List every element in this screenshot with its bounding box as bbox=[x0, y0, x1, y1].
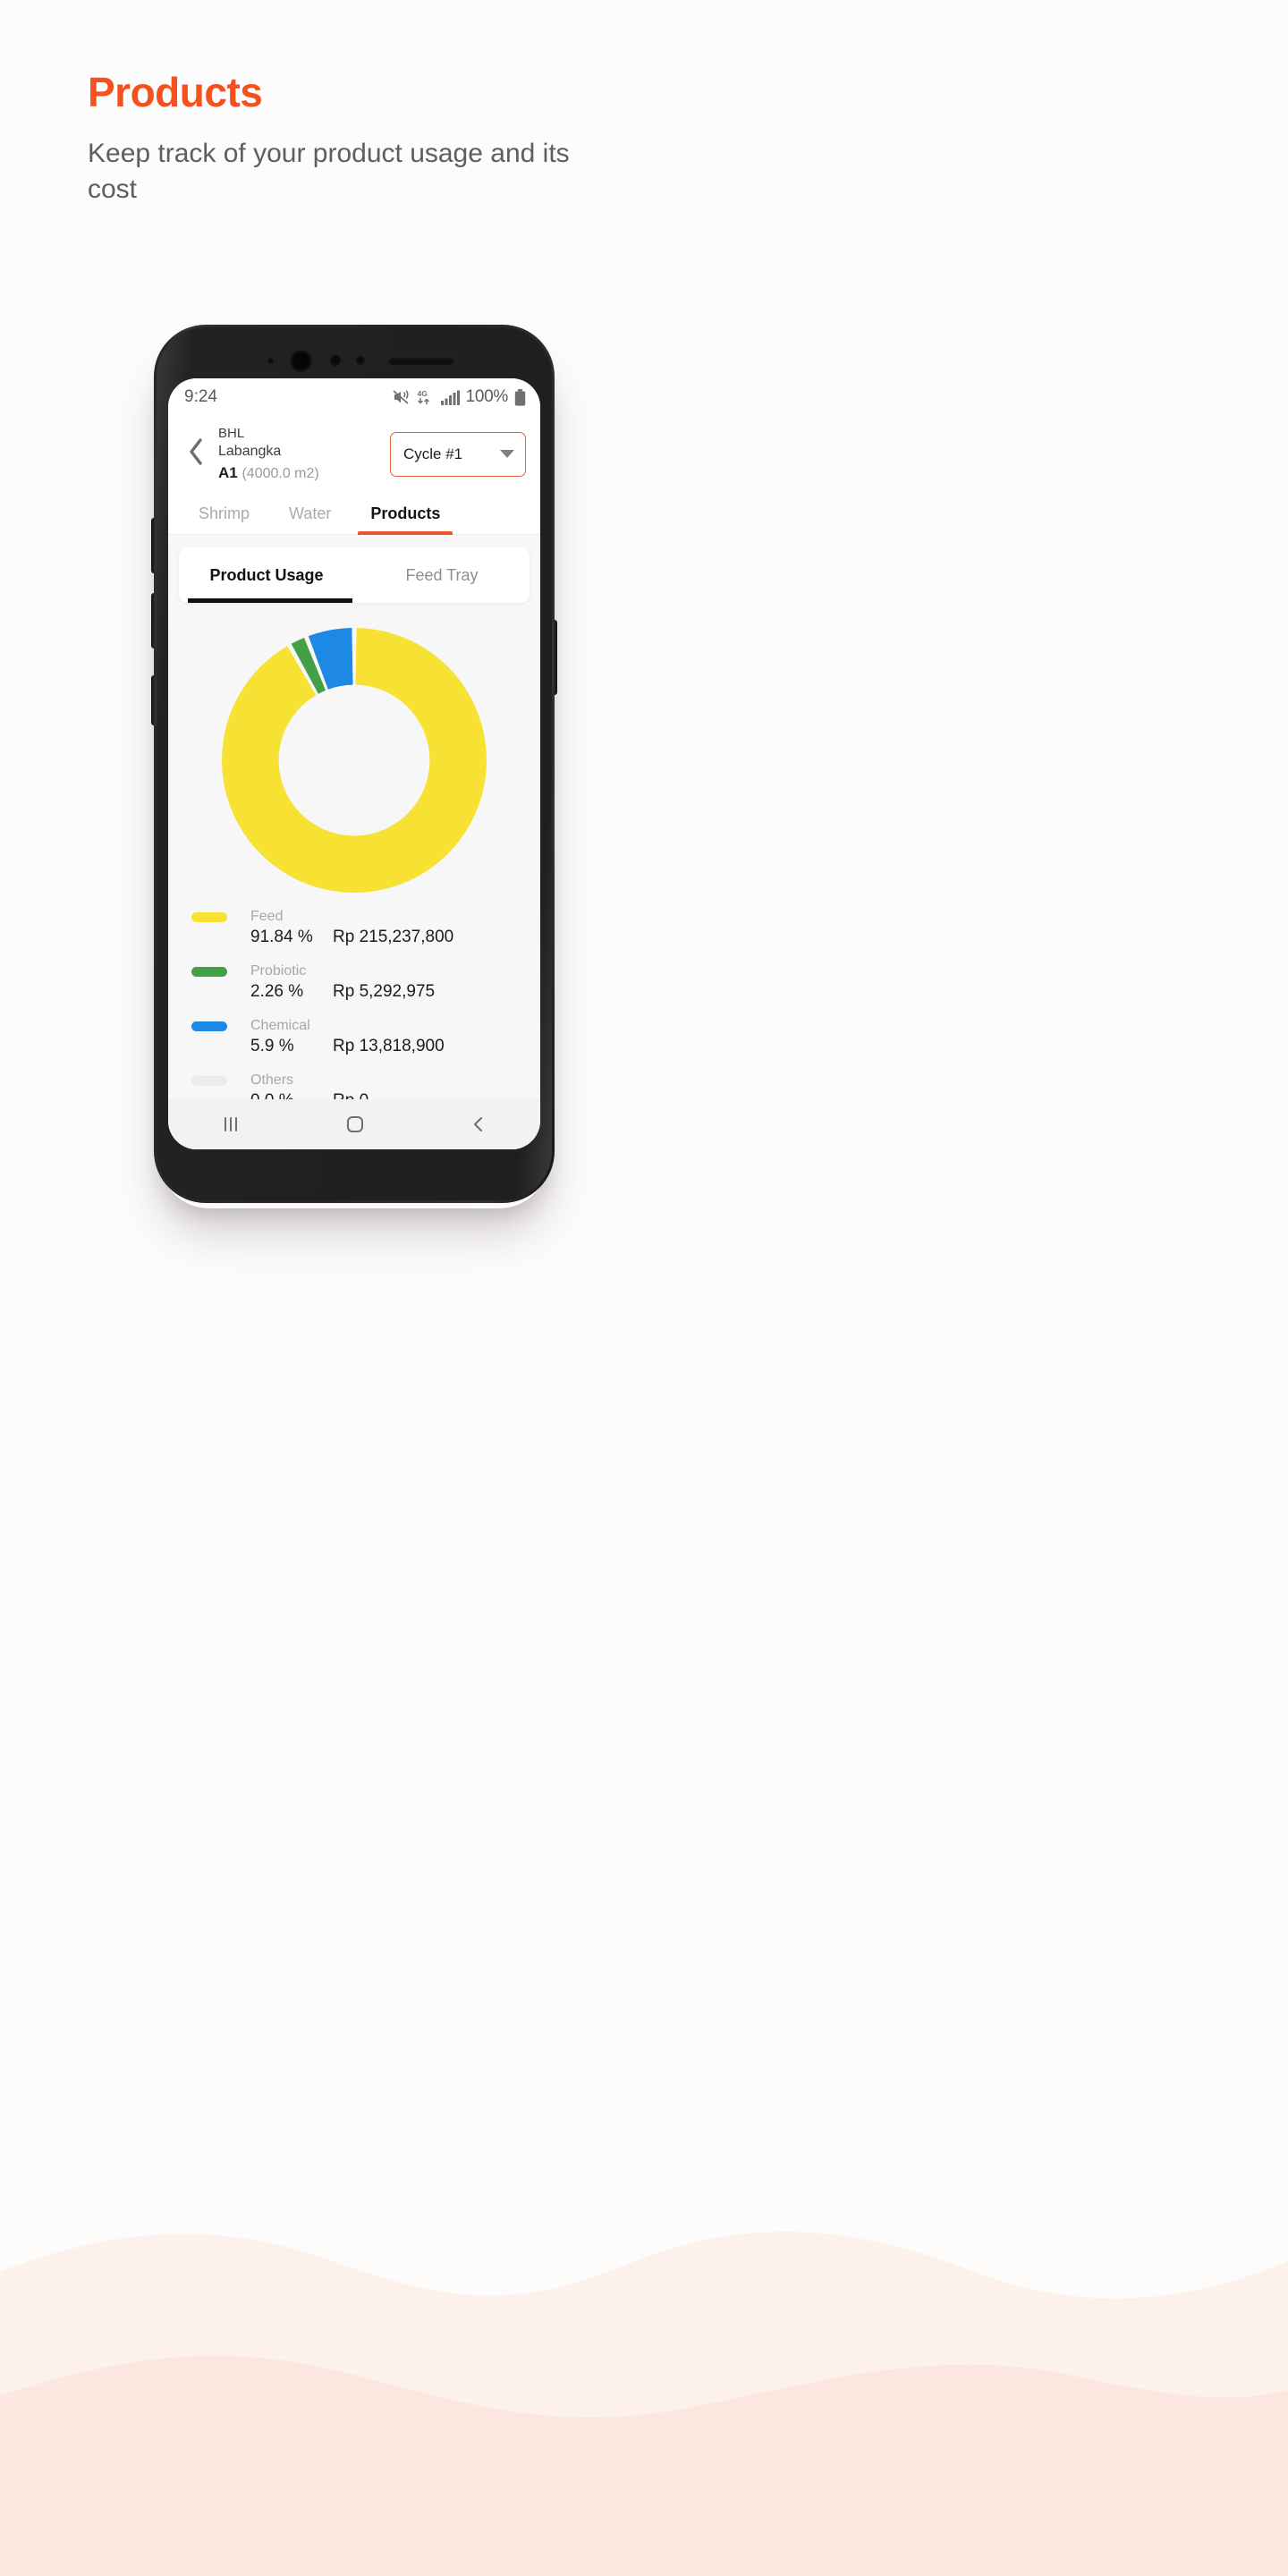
legend-label-feed: Feed bbox=[250, 909, 284, 925]
farm-company: BHL bbox=[218, 426, 245, 441]
legend-label-probiotic: Probiotic bbox=[250, 963, 307, 979]
page-root: Products Keep track of your product usag… bbox=[0, 0, 1288, 2576]
product-usage-donut-chart bbox=[222, 628, 487, 894]
donut-slices bbox=[222, 628, 487, 894]
back-nav-button[interactable] bbox=[468, 1114, 489, 1135]
iris-scanner-icon bbox=[329, 354, 342, 367]
page-title: Products bbox=[88, 69, 263, 115]
status-time: 9:24 bbox=[184, 387, 217, 406]
assistant-button[interactable] bbox=[151, 675, 157, 725]
legend-percent-probiotic: 2.26 % bbox=[250, 982, 304, 1002]
phone-screen: 9:24 4G 100% BHL Labangka A1 (4000.0 m2)… bbox=[168, 378, 540, 1149]
legend-percent-feed: 91.84 % bbox=[250, 928, 313, 947]
status-bar: 9:24 4G 100% bbox=[168, 378, 540, 416]
legend-swatch-probiotic bbox=[191, 966, 227, 977]
svg-text:4G: 4G bbox=[417, 389, 428, 398]
proximity-sensor-icon bbox=[267, 357, 275, 365]
legend-item-probiotic: Probiotic 2.26 % Rp 5,292,975 bbox=[191, 963, 522, 1002]
cycle-dropdown[interactable]: Cycle #1 bbox=[390, 431, 526, 477]
legend-swatch-feed bbox=[191, 911, 227, 922]
segment-feed-tray[interactable]: Feed Tray bbox=[354, 547, 530, 603]
app-body: Product Usage Feed Tray Feed 91.84 % Rp … bbox=[168, 535, 540, 1149]
segment-product-usage[interactable]: Product Usage bbox=[179, 547, 354, 604]
legend-percent-chemical: 5.9 % bbox=[250, 1037, 294, 1056]
donut-slice-feed[interactable] bbox=[222, 628, 487, 894]
phone-mockup: 9:24 4G 100% BHL Labangka A1 (4000.0 m2)… bbox=[151, 325, 557, 1203]
pond-name: A1 bbox=[218, 463, 238, 481]
volume-down-button[interactable] bbox=[151, 593, 157, 648]
farm-location: Labangka bbox=[218, 444, 282, 460]
legend-label-others: Others bbox=[250, 1072, 294, 1089]
segmented-control: Product Usage Feed Tray bbox=[179, 547, 530, 604]
earpiece-speaker bbox=[388, 357, 454, 365]
power-button[interactable] bbox=[552, 620, 557, 695]
decorative-waves bbox=[0, 2165, 1288, 2576]
tab-shrimp[interactable]: Shrimp bbox=[179, 496, 269, 534]
app-header: BHL Labangka A1 (4000.0 m2) Cycle #1 bbox=[168, 416, 540, 495]
legend-cost-feed: Rp 215,237,800 bbox=[333, 928, 454, 947]
legend-cost-probiotic: Rp 5,292,975 bbox=[333, 982, 436, 1002]
back-button[interactable] bbox=[181, 428, 211, 481]
tab-products[interactable]: Products bbox=[351, 496, 460, 536]
pond-area: (4000.0 m2) bbox=[242, 465, 319, 481]
legend-cost-chemical: Rp 13,818,900 bbox=[333, 1037, 445, 1056]
battery-percent-label: 100% bbox=[465, 387, 509, 406]
android-nav-bar bbox=[168, 1099, 540, 1149]
mute-vibrate-icon bbox=[393, 389, 411, 405]
front-camera-icon bbox=[290, 350, 312, 372]
donut-chart-container bbox=[179, 603, 530, 905]
status-icons: 4G 100% bbox=[393, 387, 526, 407]
chevron-left-icon bbox=[187, 436, 205, 471]
network-4g-icon: 4G bbox=[417, 389, 435, 405]
page-subtitle: Keep track of your product usage and its… bbox=[88, 139, 570, 204]
light-sensor-icon bbox=[355, 355, 366, 366]
legend-label-chemical: Chemical bbox=[250, 1018, 310, 1034]
pond-title: A1 (4000.0 m2) bbox=[218, 463, 390, 483]
legend-swatch-others bbox=[191, 1075, 227, 1086]
main-tabs: Shrimp Water Products bbox=[168, 494, 540, 536]
tab-water[interactable]: Water bbox=[269, 496, 351, 534]
legend-item-chemical: Chemical 5.9 % Rp 13,818,900 bbox=[191, 1018, 522, 1056]
farm-info: BHL Labangka A1 (4000.0 m2) bbox=[211, 425, 390, 483]
cycle-dropdown-value: Cycle #1 bbox=[403, 445, 463, 462]
volume-up-button[interactable] bbox=[151, 518, 157, 573]
battery-icon bbox=[514, 388, 526, 406]
home-button[interactable] bbox=[343, 1113, 367, 1136]
chart-legend: Feed 91.84 % Rp 215,237,800 Probiotic 2.… bbox=[179, 905, 530, 1111]
legend-item-feed: Feed 91.84 % Rp 215,237,800 bbox=[191, 909, 522, 947]
recents-button[interactable] bbox=[219, 1114, 242, 1134]
signal-bars-icon bbox=[440, 390, 460, 405]
legend-swatch-chemical bbox=[191, 1021, 227, 1031]
chevron-down-icon bbox=[500, 450, 514, 459]
phone-top-bezel bbox=[154, 325, 555, 378]
